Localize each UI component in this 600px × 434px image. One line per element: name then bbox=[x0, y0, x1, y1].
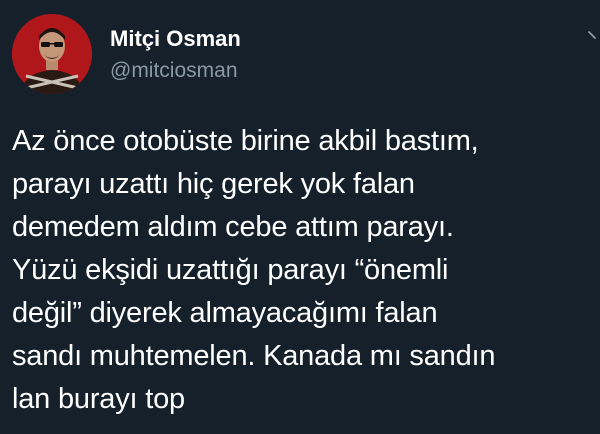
tweet-text-line: Yüzü ekşidi uzattığı parayı “önemli bbox=[12, 254, 449, 286]
tweet-text-line: lan burayı top bbox=[12, 383, 185, 415]
tweet-text: Az önce otobüste birine akbil bastım, pa… bbox=[12, 120, 597, 421]
tweet-text-line: sandı muhtemelen. Kanada mı sandın bbox=[12, 340, 496, 372]
tweet-text-line: demedem aldım cebe attım parayı. bbox=[12, 211, 454, 243]
avatar-image bbox=[12, 14, 92, 94]
author-handle[interactable]: @mitciosman bbox=[110, 58, 238, 84]
tweet-text-line: değil” diyerek almayacağımı falan bbox=[12, 297, 438, 329]
tweet-text-line: parayı uzattı hiç gerek yok falan bbox=[12, 168, 415, 200]
tweet-text-line: Az önce otobüste birine akbil bastım, bbox=[12, 125, 479, 157]
chevron-down-icon[interactable] bbox=[586, 28, 600, 42]
avatar[interactable] bbox=[12, 14, 92, 94]
author-display-name[interactable]: Mitçi Osman bbox=[110, 26, 241, 52]
tweet-card: Mitçi Osman @mitciosman Az önce otobüste… bbox=[0, 0, 600, 434]
